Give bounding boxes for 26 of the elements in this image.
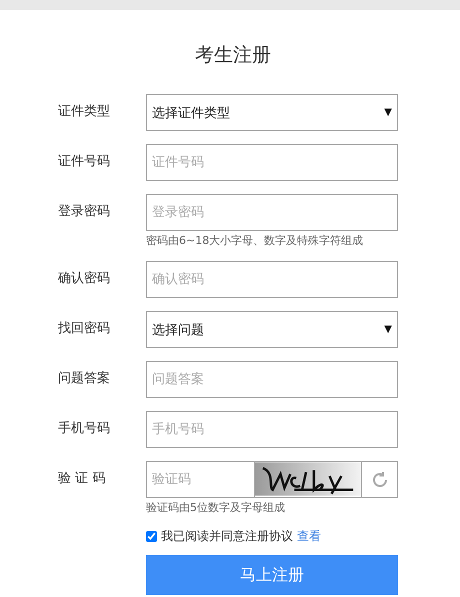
input-field[interactable]: 验证码: [146, 461, 254, 498]
field-label: 确认密码: [58, 270, 111, 288]
page-title: 考生注册: [194, 43, 272, 68]
input-field[interactable]: 确认密码: [146, 261, 398, 298]
select-field[interactable]: 选择问题 ▼: [146, 311, 398, 348]
refresh-icon: [370, 470, 388, 488]
field-label: 登录密码: [58, 203, 111, 221]
input-field[interactable]: 证件号码: [146, 144, 398, 181]
field-label: 验 证 码: [58, 470, 106, 488]
dropdown-arrow: ▼: [384, 324, 392, 335]
field-label: 手机号码: [58, 420, 111, 438]
refresh-button[interactable]: [362, 461, 398, 498]
field-label: 证件类型: [58, 103, 111, 121]
hint-text: 密码由6~18大小字母、数字及特殊字符组成: [146, 233, 364, 248]
input-field[interactable]: 手机号码: [146, 411, 398, 448]
agreement-text: 我已阅读并同意注册协议: [161, 528, 293, 545]
view-link[interactable]: 查看: [297, 528, 321, 545]
input-field[interactable]: 登录密码: [146, 194, 398, 231]
dropdown-arrow: ▼: [384, 107, 392, 118]
field-label: 证件号码: [58, 153, 111, 171]
input-field[interactable]: 问题答案: [146, 361, 398, 398]
field-label: 找回密码: [58, 320, 111, 338]
hint-text: 验证码由5位数字及字母组成: [146, 500, 286, 515]
select-field[interactable]: 选择证件类型 ▼: [146, 94, 398, 131]
field-label: 问题答案: [58, 370, 111, 388]
checkbox[interactable]: [146, 531, 157, 542]
